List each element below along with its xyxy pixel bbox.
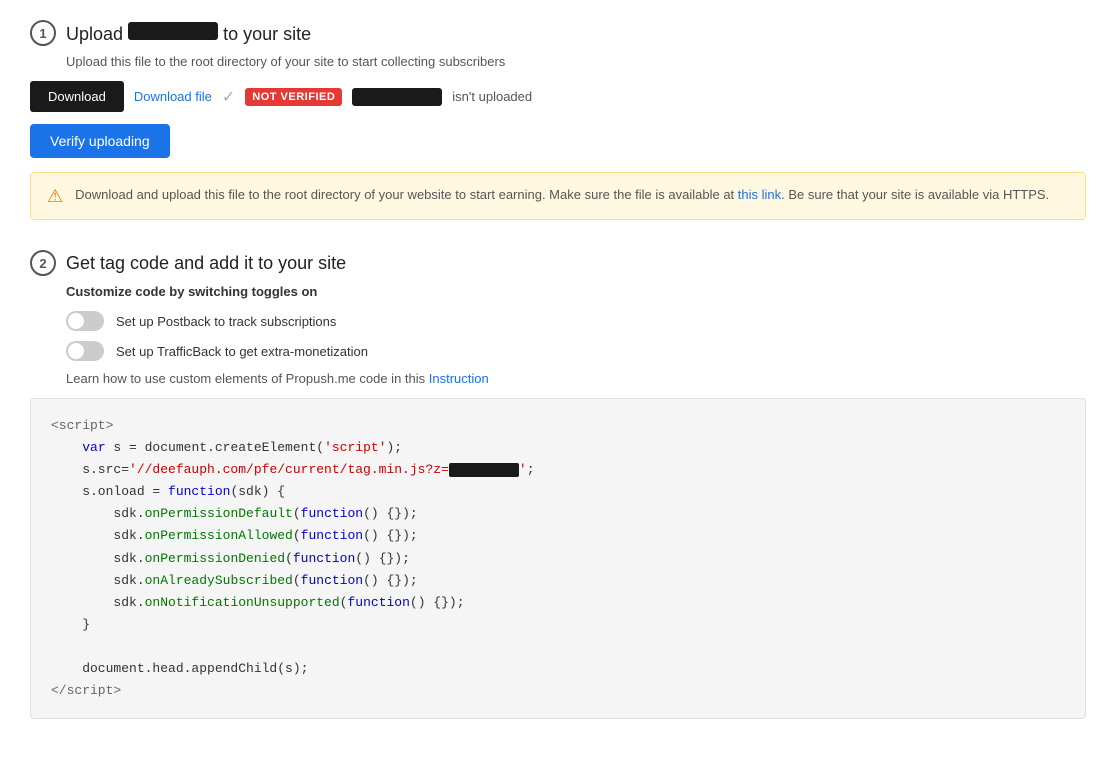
code-line-5: sdk.onPermissionDefault(function() {});	[51, 503, 1065, 525]
code-line-8: sdk.onAlreadySubscribed(function() {});	[51, 570, 1065, 592]
postback-toggle-row: Set up Postback to track subscriptions	[66, 311, 1086, 331]
instruction-link[interactable]: Instruction	[429, 371, 489, 386]
section-tag-code: 2 Get tag code and add it to your site C…	[30, 250, 1086, 719]
step2-circle: 2	[30, 250, 56, 276]
section1-title: Upload to your site	[66, 22, 311, 45]
redacted-filename2	[352, 88, 442, 106]
trafficback-toggle-row: Set up TrafficBack to get extra-monetiza…	[66, 341, 1086, 361]
code-line-4: s.onload = function(sdk) {	[51, 481, 1065, 503]
download-button[interactable]: Download	[30, 81, 124, 112]
code-line-7: sdk.onPermissionDenied(function() {});	[51, 548, 1065, 570]
instruction-text: Learn how to use custom elements of Prop…	[66, 371, 1086, 386]
code-line-1: <script>	[51, 415, 1065, 437]
section-upload: 1 Upload to your site Upload this file t…	[30, 20, 1086, 220]
code-block: <script> var s = document.createElement(…	[30, 398, 1086, 719]
code-line-6: sdk.onPermissionAllowed(function() {});	[51, 525, 1065, 547]
code-line-3: s.src='//deefauph.com/pfe/current/tag.mi…	[51, 459, 1065, 481]
section1-header: 1 Upload to your site	[30, 20, 1086, 46]
trafficback-label: Set up TrafficBack to get extra-monetiza…	[116, 344, 368, 359]
code-line-13: </script>	[51, 680, 1065, 702]
code-line-2: var s = document.createElement('script')…	[51, 437, 1065, 459]
trafficback-toggle[interactable]	[66, 341, 104, 361]
section1-subtitle: Upload this file to the root directory o…	[66, 54, 1086, 69]
download-file-link[interactable]: Download file	[134, 89, 212, 104]
not-uploaded-text: isn't uploaded	[452, 89, 532, 104]
warning-text: Download and upload this file to the roo…	[75, 185, 1049, 205]
upload-controls: Download Download file ✓ NOT VERIFIED is…	[30, 81, 1086, 112]
warning-icon: ⚠	[47, 186, 63, 207]
check-icon: ✓	[222, 87, 235, 107]
code-line-9: sdk.onNotificationUnsupported(function()…	[51, 592, 1065, 614]
postback-label: Set up Postback to track subscriptions	[116, 314, 336, 329]
warning-box: ⚠ Download and upload this file to the r…	[30, 172, 1086, 220]
customize-label: Customize code by switching toggles on	[66, 284, 1086, 299]
code-line-12: document.head.appendChild(s);	[51, 658, 1065, 680]
postback-toggle[interactable]	[66, 311, 104, 331]
this-link[interactable]: this link	[738, 187, 781, 202]
not-verified-badge: NOT VERIFIED	[245, 88, 342, 106]
section2-header: 2 Get tag code and add it to your site	[30, 250, 1086, 276]
code-line-10: }	[51, 614, 1065, 636]
page-content: 1 Upload to your site Upload this file t…	[0, 0, 1116, 769]
verify-uploading-button[interactable]: Verify uploading	[30, 124, 170, 158]
code-line-11	[51, 636, 1065, 658]
step1-circle: 1	[30, 20, 56, 46]
redacted-filename	[128, 22, 218, 40]
section2-title: Get tag code and add it to your site	[66, 253, 346, 274]
